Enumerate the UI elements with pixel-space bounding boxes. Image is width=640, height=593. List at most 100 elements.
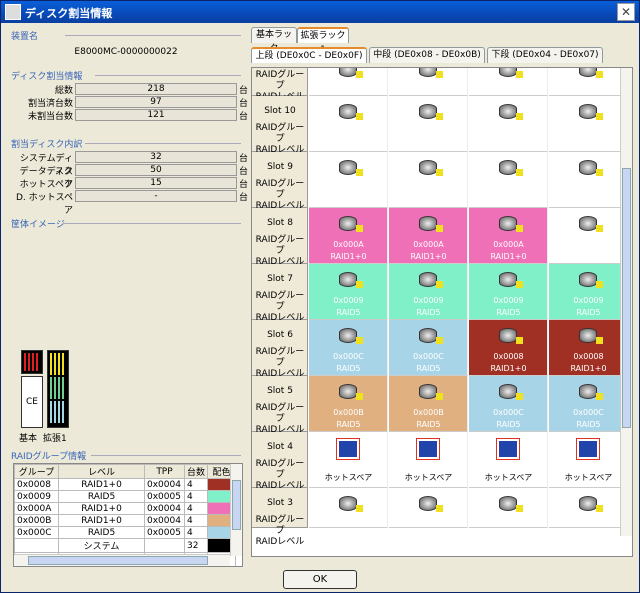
disk-slot[interactable]: 0x0009 RAID5 <box>389 264 468 320</box>
group-cell <box>14 538 59 553</box>
disk-slot[interactable]: 0x000C RAID5 <box>469 376 548 432</box>
disk-slot[interactable] <box>389 68 468 96</box>
rack-tab[interactable]: 拡張ラック1 <box>297 27 349 55</box>
column-header[interactable]: 台数 <box>183 464 209 479</box>
horizontal-scrollbar[interactable] <box>14 554 230 566</box>
raid-level: RAID5 <box>416 308 441 317</box>
stat-unit: 台 <box>239 86 249 96</box>
hotspare-disk-icon <box>576 438 600 460</box>
hotspare-label: ホットスペア <box>324 473 373 482</box>
raid-level: RAID1+0 <box>410 252 447 261</box>
slot-label-cell: Slot 4 RAIDグループ RAIDレベル <box>252 432 308 491</box>
disk-slot[interactable] <box>469 96 548 152</box>
table-row[interactable]: 0x000B RAID1+0 0x0004 4 <box>14 514 237 527</box>
slot-raid-caption: RAIDグループRAIDレベル <box>252 515 308 548</box>
disk-slot[interactable] <box>549 96 628 152</box>
disk-slot[interactable] <box>549 152 628 208</box>
disk-slot[interactable]: 0x000C RAID5 <box>389 320 468 376</box>
disk-slot[interactable]: 0x0009 RAID5 <box>309 264 388 320</box>
disk-slot[interactable] <box>469 488 548 528</box>
stat-unit: 台 <box>239 167 249 177</box>
disk-slot[interactable] <box>309 152 388 208</box>
disk-section-title: ディスク割当情報 <box>11 72 83 82</box>
disk-slot[interactable]: 0x000B RAID5 <box>309 376 388 432</box>
stat-row: 未割当台数 121 台 <box>13 109 248 122</box>
disk-icon <box>419 272 443 288</box>
close-button[interactable]: ✕ <box>617 3 635 21</box>
disk-slot[interactable] <box>469 68 548 96</box>
rack-scrollbar[interactable] <box>620 68 632 536</box>
disk-slot[interactable]: 0x000A RAID1+0 <box>389 208 468 264</box>
slot-name: Slot 8 <box>267 218 293 228</box>
device-name: E8000MC-0000000022 <box>74 47 178 57</box>
raid-group-id: 0x0008 <box>493 352 524 361</box>
column-header[interactable]: TPP <box>144 464 185 479</box>
hotspare-label: ホットスペア <box>484 473 533 482</box>
disk-slot[interactable] <box>309 68 388 96</box>
disk-slot[interactable]: ホットスペア <box>389 432 468 488</box>
disk-slot[interactable] <box>389 96 468 152</box>
disk-slot[interactable]: 0x000A RAID1+0 <box>309 208 388 264</box>
group-cell: 0x000A <box>14 502 59 515</box>
tier-tab[interactable]: 中段 (DE0x08 - DE0x0B) <box>369 47 485 63</box>
raid-group-table[interactable]: グループ レベル TPP 台数 配色 0x0008 RAID1+0 0x0004 4 0x0009… <box>13 463 243 567</box>
enclosure-image[interactable]: CE <box>21 350 73 430</box>
right-panel: 基本ラック拡張ラック1 上段 (DE0x0C - DE0x0F)中段 (DE0x… <box>249 25 637 563</box>
table-row[interactable]: 0x0009 RAID5 0x0005 4 <box>14 490 237 503</box>
disk-icon <box>339 160 363 176</box>
divider <box>63 223 241 224</box>
disk-slot[interactable]: 0x0009 RAID5 <box>549 264 628 320</box>
table-row[interactable]: 0x0008 RAID1+0 0x0004 4 <box>14 478 237 491</box>
disk-icon <box>579 272 603 288</box>
count-cell: 4 <box>183 514 209 527</box>
disk-icon <box>419 68 443 78</box>
disk-slot[interactable] <box>469 152 548 208</box>
disk-icon <box>419 328 443 344</box>
raid-group-id: 0x000C <box>413 352 444 361</box>
stat-label: ホットスペア <box>19 180 73 190</box>
tpp-cell: 0x0005 <box>144 490 185 503</box>
disk-slot[interactable] <box>549 488 628 528</box>
count-cell: 4 <box>183 478 209 491</box>
disk-slot[interactable] <box>309 96 388 152</box>
disk-slot[interactable]: 0x0008 RAID1+0 <box>469 320 548 376</box>
disk-slot[interactable]: ホットスペア <box>469 432 548 488</box>
disk-slot[interactable]: 0x0009 RAID5 <box>469 264 548 320</box>
disk-slot[interactable] <box>389 488 468 528</box>
ok-button[interactable]: OK <box>283 570 357 589</box>
disk-slot[interactable] <box>309 488 388 528</box>
table-row[interactable]: 0x000A RAID1+0 0x0004 4 <box>14 502 237 515</box>
stat-label: D. ホットスペア <box>15 193 73 216</box>
tier-tab[interactable]: 上段 (DE0x0C - DE0x0F) <box>251 47 367 63</box>
disk-icon <box>339 68 363 78</box>
disk-slot[interactable] <box>389 152 468 208</box>
slot-label-cell: Slot 6 RAIDグループ RAIDレベル <box>252 320 308 379</box>
column-header[interactable]: レベル <box>58 464 145 479</box>
divider <box>65 35 241 36</box>
disk-slot[interactable]: ホットスペア <box>549 432 628 488</box>
divider <box>95 75 241 76</box>
disk-icon <box>419 216 443 232</box>
disk-slot[interactable] <box>549 208 628 264</box>
level-cell: RAID5 <box>58 490 145 503</box>
disk-icon <box>339 328 363 344</box>
disk-slot[interactable]: 0x000C RAID5 <box>309 320 388 376</box>
disk-slot[interactable]: ホットスペア <box>309 432 388 488</box>
disk-icon <box>579 328 603 344</box>
vertical-scrollbar[interactable] <box>230 464 242 556</box>
tpp-cell: 0x0004 <box>144 502 185 515</box>
disk-slot[interactable]: 0x000B RAID5 <box>389 376 468 432</box>
disk-slot[interactable]: 0x000C RAID5 <box>549 376 628 432</box>
rack-view[interactable]: RAIDグループRAIDレベルSlot 10RAIDグループRAIDレベルSlo… <box>251 67 633 557</box>
disk-slot[interactable] <box>549 68 628 96</box>
disk-slot[interactable]: 0x000A RAID1+0 <box>469 208 548 264</box>
tier-tab[interactable]: 下段 (DE0x04 - DE0x07) <box>487 47 603 63</box>
dialog-window: ディスク割当情報 ✕ 装置名 E8000MC-0000000022 ディスク割当… <box>0 0 640 593</box>
table-row[interactable]: 0x000C RAID5 0x0005 4 <box>14 526 237 539</box>
stat-label: 割当済台数 <box>27 99 73 109</box>
disk-slot[interactable]: 0x0008 RAID1+0 <box>549 320 628 376</box>
table-row[interactable]: システム 32 <box>14 538 237 553</box>
count-cell: 4 <box>183 526 209 539</box>
rack-tab[interactable]: 基本ラック <box>251 27 297 54</box>
column-header[interactable]: グループ <box>14 464 59 479</box>
